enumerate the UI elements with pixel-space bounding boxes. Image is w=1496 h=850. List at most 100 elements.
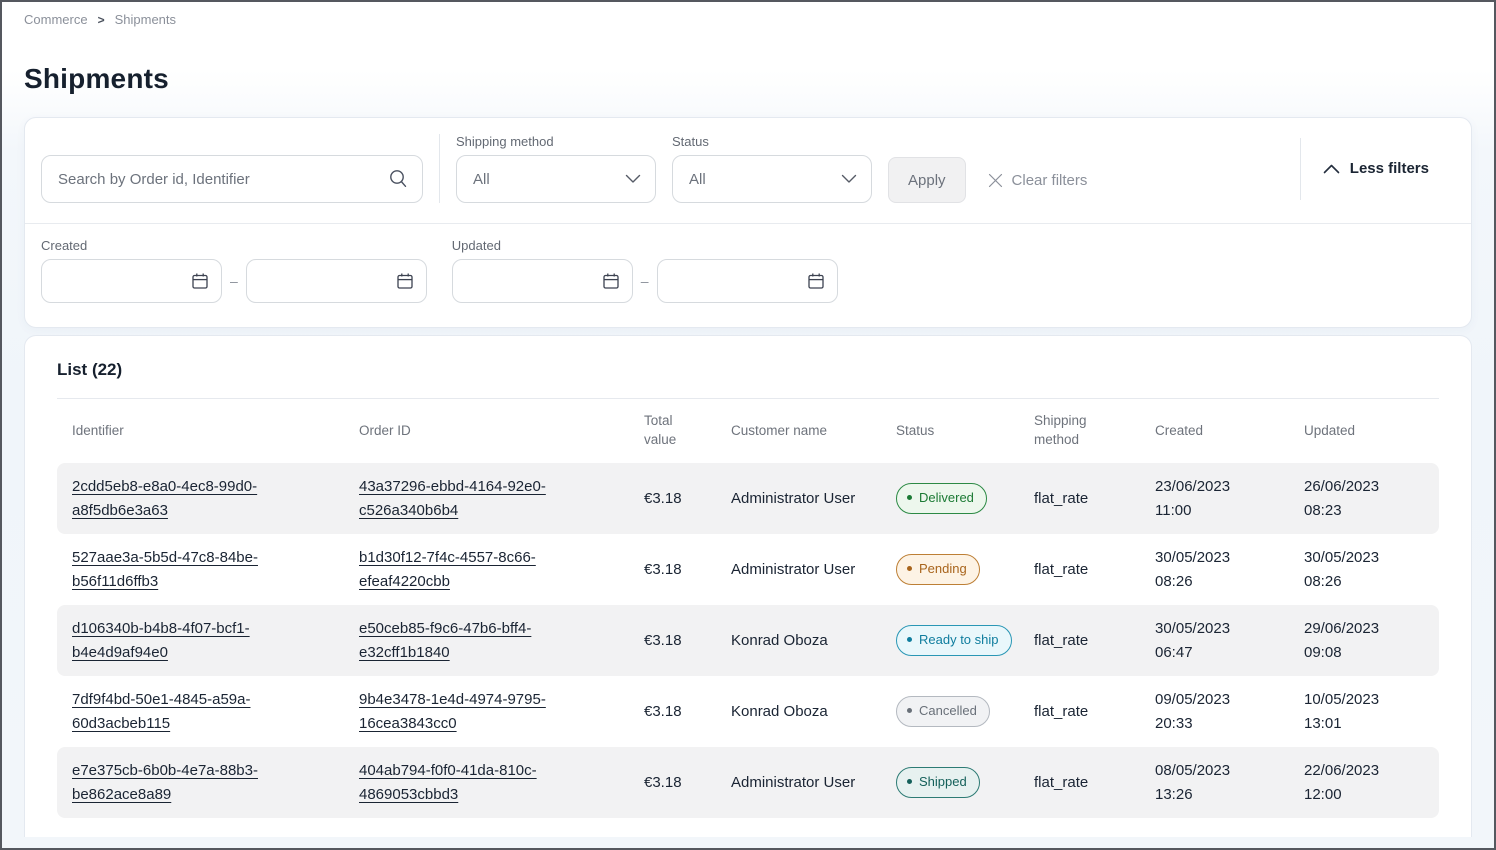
identifier-link[interactable]: 527aae3a-5b5d-47c8-84be-b56f11d6ffb3: [72, 549, 258, 589]
created-cell: 09/05/2023 20:33: [1155, 688, 1304, 735]
updated-cell: 22/06/2023 12:00: [1304, 759, 1424, 806]
created-cell: 30/05/2023 06:47: [1155, 617, 1304, 664]
created-cell: 30/05/2023 08:26: [1155, 546, 1304, 593]
updated-cell: 10/05/2023 13:01: [1304, 688, 1424, 735]
created-cell: 23/06/2023 11:00: [1155, 475, 1304, 522]
shipping-method-cell: flat_rate: [1034, 558, 1155, 581]
created-date-filter: Created –: [41, 238, 427, 303]
status-label: Status: [672, 134, 872, 149]
shipments-list-panel: List (22) Identifier Order ID Total valu…: [24, 335, 1472, 837]
order-id-cell: e50ceb85-f9c6-47b6-bff4-e32cff1b1840: [359, 617, 584, 664]
order-id-link[interactable]: 404ab794-f0f0-41da-810c-4869053cbbd3: [359, 762, 537, 802]
filter-divider-vertical: [439, 134, 440, 203]
updated-date-filter: Updated –: [452, 238, 838, 303]
created-to-input[interactable]: [246, 259, 427, 303]
identifier-link[interactable]: e7e375cb-6b0b-4e7a-88b3-be862ace8a89: [72, 762, 258, 802]
created-from-input[interactable]: [41, 259, 222, 303]
breadcrumb-shipments[interactable]: Shipments: [115, 12, 176, 27]
status-dot-icon: [907, 566, 912, 571]
table-header-row: Identifier Order ID Total value Customer…: [57, 399, 1439, 463]
updated-cell: 26/06/2023 08:23: [1304, 475, 1424, 522]
order-id-cell: b1d30f12-7f4c-4557-8c66-efeaf4220cbb: [359, 546, 584, 593]
identifier-cell: e7e375cb-6b0b-4e7a-88b3-be862ace8a89: [72, 759, 297, 806]
updated-cell: 29/06/2023 09:08: [1304, 617, 1424, 664]
less-filters-wrap: Less filters: [1300, 134, 1455, 203]
table-row: 527aae3a-5b5d-47c8-84be-b56f11d6ffb3 b1d…: [57, 534, 1439, 605]
shipping-method-cell: flat_rate: [1034, 487, 1155, 510]
updated-to-input[interactable]: [657, 259, 838, 303]
total-value-cell: €3.18: [644, 629, 731, 652]
table-body: 2cdd5eb8-e8a0-4ec8-99d0-a8f5db6e3a63 43a…: [57, 463, 1439, 818]
table-row: 2cdd5eb8-e8a0-4ec8-99d0-a8f5db6e3a63 43a…: [57, 463, 1439, 534]
page-title: Shipments: [24, 63, 1494, 95]
column-header-updated: Updated: [1304, 422, 1424, 441]
less-filters-toggle[interactable]: Less filters: [1323, 160, 1455, 177]
customer-name-cell: Konrad Oboza: [731, 629, 856, 652]
identifier-link[interactable]: 7df9f4bd-50e1-4845-a59a-60d3acbeb115: [72, 691, 250, 731]
order-id-link[interactable]: 43a37296-ebbd-4164-92e0-c526a340b6b4: [359, 478, 546, 518]
identifier-link[interactable]: 2cdd5eb8-e8a0-4ec8-99d0-a8f5db6e3a63: [72, 478, 257, 518]
order-id-cell: 404ab794-f0f0-41da-810c-4869053cbbd3: [359, 759, 584, 806]
clear-filters-button[interactable]: Clear filters: [988, 157, 1088, 203]
close-icon: [988, 173, 1003, 188]
column-header-customer-name: Customer name: [731, 422, 896, 441]
table-row: 7df9f4bd-50e1-4845-a59a-60d3acbeb115 9b4…: [57, 676, 1439, 747]
order-id-cell: 9b4e3478-1e4d-4974-9795-16cea3843cc0: [359, 688, 584, 735]
customer-name-cell: Administrator User: [731, 487, 856, 510]
shipping-method-cell: flat_rate: [1034, 629, 1155, 652]
shipping-method-cell: flat_rate: [1034, 700, 1155, 723]
status-badge: Shipped: [896, 767, 980, 798]
identifier-link[interactable]: d106340b-b4b8-4f07-bcf1-b4e4d9af94e0: [72, 620, 250, 660]
identifier-cell: 2cdd5eb8-e8a0-4ec8-99d0-a8f5db6e3a63: [72, 475, 297, 522]
filters-row-dates: Created –: [25, 224, 1471, 327]
status-select[interactable]: All: [672, 155, 872, 203]
updated-from-input[interactable]: [452, 259, 633, 303]
breadcrumb: Commerce > Shipments: [2, 2, 1494, 27]
column-header-order-id: Order ID: [359, 422, 644, 441]
filter-divider-vertical: [1300, 138, 1301, 200]
total-value-cell: €3.18: [644, 700, 731, 723]
date-range-separator: –: [230, 273, 238, 289]
customer-name-cell: Administrator User: [731, 771, 856, 794]
status-dot-icon: [907, 708, 912, 713]
created-label: Created: [41, 238, 427, 253]
status-dot-icon: [907, 637, 912, 642]
status-value: All: [689, 171, 706, 188]
shipping-method-select[interactable]: All: [456, 155, 656, 203]
order-id-link[interactable]: 9b4e3478-1e4d-4974-9795-16cea3843cc0: [359, 691, 546, 731]
search-icon: [388, 168, 409, 189]
identifier-cell: 7df9f4bd-50e1-4845-a59a-60d3acbeb115: [72, 688, 297, 735]
total-value-cell: €3.18: [644, 558, 731, 581]
breadcrumb-commerce[interactable]: Commerce: [24, 12, 88, 27]
identifier-cell: d106340b-b4b8-4f07-bcf1-b4e4d9af94e0: [72, 617, 297, 664]
status-filter: Status All: [672, 134, 872, 203]
updated-label: Updated: [452, 238, 838, 253]
filters-row-main: Shipping method All Status All: [25, 118, 1471, 223]
status-badge: Ready to ship: [896, 625, 1012, 656]
column-header-shipping-method: Shipping method: [1034, 412, 1114, 450]
search-input[interactable]: [41, 155, 423, 203]
column-header-total-value: Total value: [644, 412, 692, 450]
chevron-down-icon: [841, 174, 857, 184]
less-filters-label: Less filters: [1350, 160, 1429, 177]
status-dot-icon: [907, 495, 912, 500]
date-range-separator: –: [641, 273, 649, 289]
table-row: e7e375cb-6b0b-4e7a-88b3-be862ace8a89 404…: [57, 747, 1439, 818]
customer-name-cell: Konrad Oboza: [731, 700, 856, 723]
shipping-method-value: All: [473, 171, 490, 188]
column-header-identifier: Identifier: [72, 422, 359, 441]
search-field-wrap: [41, 155, 423, 203]
total-value-cell: €3.18: [644, 771, 731, 794]
status-cell: Delivered: [896, 483, 1034, 514]
shipping-method-filter: Shipping method All: [456, 134, 656, 203]
status-cell: Cancelled: [896, 696, 1034, 727]
identifier-cell: 527aae3a-5b5d-47c8-84be-b56f11d6ffb3: [72, 546, 297, 593]
status-dot-icon: [907, 779, 912, 784]
chevron-up-icon: [1323, 164, 1340, 174]
order-id-link[interactable]: b1d30f12-7f4c-4557-8c66-efeaf4220cbb: [359, 549, 536, 589]
apply-button[interactable]: Apply: [888, 157, 966, 203]
list-title: List (22): [57, 360, 1439, 380]
shipping-method-label: Shipping method: [456, 134, 656, 149]
order-id-link[interactable]: e50ceb85-f9c6-47b6-bff4-e32cff1b1840: [359, 620, 531, 660]
status-cell: Ready to ship: [896, 625, 1034, 656]
